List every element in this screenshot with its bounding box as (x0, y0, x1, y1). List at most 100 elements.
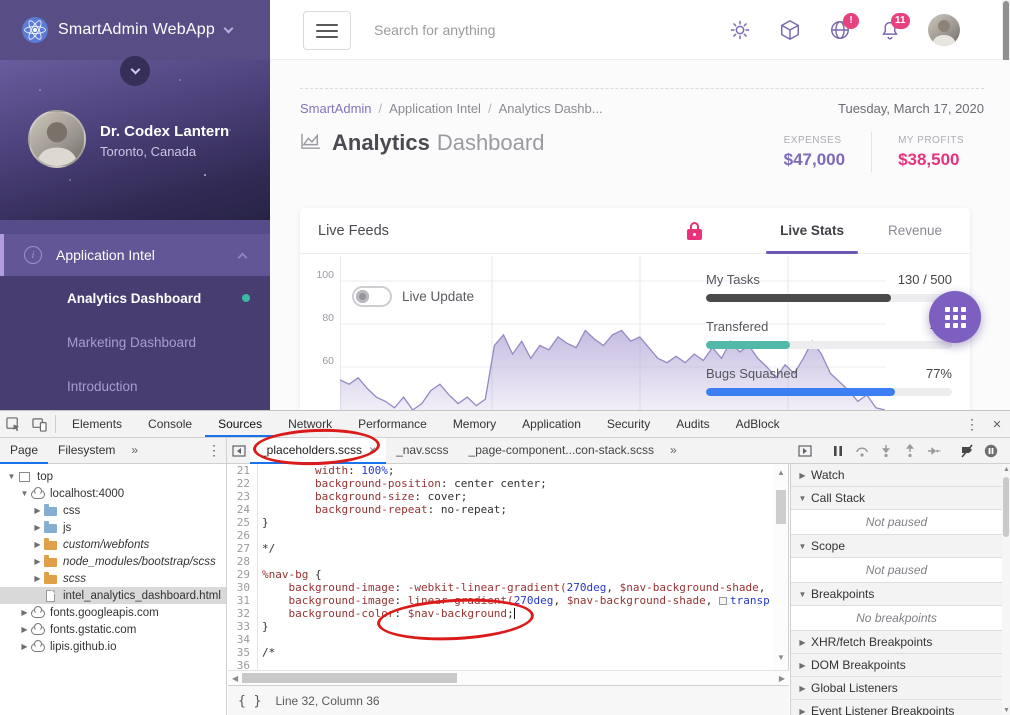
devtools-tab-elements[interactable]: Elements (59, 411, 135, 437)
sidebar-section-xhr-fetch-breakpoints[interactable]: ▶XHR/fetch Breakpoints (791, 631, 1002, 654)
sidebar-section-scope[interactable]: ▼Scope (791, 535, 1002, 558)
code-line-23[interactable]: 23 background-size: cover; (228, 490, 773, 503)
tree-collapse-arrow[interactable]: ▶ (32, 506, 43, 515)
editor-vertical-scrollbar[interactable]: ▲▼ (773, 464, 789, 670)
devtools-tab-security[interactable]: Security (594, 411, 663, 437)
tree-expand-arrow[interactable]: ▼ (19, 489, 30, 498)
tree-collapse-arrow[interactable]: ▶ (32, 574, 43, 583)
sidebar-section-dom-breakpoints[interactable]: ▶DOM Breakpoints (791, 654, 1002, 677)
code-line-30[interactable]: 30 background-image: -webkit-linear-grad… (228, 581, 773, 594)
tree-item-custom-webfonts[interactable]: ▶custom/webfonts (0, 536, 226, 553)
step-over-icon[interactable] (851, 440, 873, 462)
navigator-tab-filesystem[interactable]: Filesystem (48, 438, 125, 464)
tree-collapse-arrow[interactable]: ▶ (32, 540, 43, 549)
lock-icon[interactable] (687, 222, 702, 240)
tree-item-fonts-googleapis-com[interactable]: ▶fonts.googleapis.com (0, 604, 226, 621)
editor-tab-placeholders-scss[interactable]: _placeholders.scss× (250, 438, 386, 464)
pause-on-exceptions-icon[interactable] (980, 440, 1002, 462)
tree-item-top[interactable]: ▼top (0, 468, 226, 485)
tree-item-node-modules-bootstrap-scss[interactable]: ▶node_modules/bootstrap/scss (0, 553, 226, 570)
sidebar-section-watch[interactable]: ▶Watch (791, 464, 1002, 487)
profile-avatar[interactable] (28, 110, 86, 168)
code-line-34[interactable]: 34 (228, 633, 773, 646)
deactivate-breakpoints-icon[interactable] (956, 440, 978, 462)
step-icon[interactable] (923, 440, 945, 462)
sidebar-section-event-listener-breakpoints[interactable]: ▶Event Listener Breakpoints (791, 700, 1002, 715)
code-line-36[interactable]: 36 (228, 659, 773, 670)
devtools-close-icon[interactable]: × (984, 416, 1010, 433)
devtools-tab-network[interactable]: Network (275, 411, 345, 437)
devtools-tab-application[interactable]: Application (509, 411, 594, 437)
navigator-menu-icon[interactable]: ⋮ (202, 438, 226, 464)
pause-script-icon[interactable] (827, 440, 849, 462)
previous-tabs-icon[interactable] (228, 438, 250, 464)
devtools-tab-sources[interactable]: Sources (205, 411, 275, 437)
tree-item-css[interactable]: ▶css (0, 502, 226, 519)
code-editor[interactable]: 21 width: 100%;22 background-position: c… (228, 464, 773, 670)
code-line-32[interactable]: 32 background-color: $nav-background; (228, 607, 773, 620)
devtools-tab-audits[interactable]: Audits (663, 411, 722, 437)
sidebar-item-marketing-dashboard[interactable]: Marketing Dashboard (0, 320, 270, 364)
step-out-icon[interactable] (899, 440, 921, 462)
tree-item-localhost-4000[interactable]: ▼localhost:4000 (0, 485, 226, 502)
code-line-27[interactable]: 27*/ (228, 542, 773, 555)
tree-collapse-arrow[interactable]: ▶ (19, 608, 30, 617)
sidebar-item-analytics-dashboard[interactable]: Analytics Dashboard (0, 276, 270, 320)
breadcrumb-item-application-intel[interactable]: Application Intel (389, 101, 481, 116)
sidebar-collapse-button[interactable] (120, 56, 150, 86)
devtools-tab-adblock[interactable]: AdBlock (723, 411, 793, 437)
tree-item-fonts-gstatic-com[interactable]: ▶fonts.gstatic.com (0, 621, 226, 638)
inspect-element-icon[interactable] (0, 411, 26, 437)
live-update-toggle[interactable] (352, 286, 392, 307)
code-line-24[interactable]: 24 background-repeat: no-repeat; (228, 503, 773, 516)
devtools-menu-icon[interactable]: ⋮ (960, 416, 984, 433)
code-line-29[interactable]: 29%nav-bg { (228, 568, 773, 581)
editor-tab-page-component-con-stack-scss[interactable]: _page-component...con-stack.scss (459, 438, 664, 464)
tree-collapse-arrow[interactable]: ▶ (32, 523, 43, 532)
sidebar-section-global-listeners[interactable]: ▶Global Listeners (791, 677, 1002, 700)
device-toolbar-icon[interactable] (26, 411, 52, 437)
code-line-35[interactable]: 35/* (228, 646, 773, 659)
tree-item-lipis-github-io[interactable]: ▶lipis.github.io (0, 638, 226, 655)
user-avatar[interactable] (928, 14, 960, 46)
step-into-icon[interactable] (875, 440, 897, 462)
sidebar-item-application-intel[interactable]: i Application Intel (0, 234, 270, 276)
quick-menu-fab-button[interactable] (929, 291, 981, 343)
show-debugger-panel-icon[interactable] (794, 440, 816, 462)
tree-item-scss[interactable]: ▶scss (0, 570, 226, 587)
more-editor-tabs-icon[interactable]: » (664, 438, 683, 464)
navigator-tab-page[interactable]: Page (0, 438, 48, 464)
sidebar-section-breakpoints[interactable]: ▼Breakpoints (791, 583, 1002, 606)
code-line-21[interactable]: 21 width: 100%; (228, 464, 773, 477)
apps-cube-icon[interactable] (779, 19, 801, 41)
code-line-22[interactable]: 22 background-position: center center; (228, 477, 773, 490)
devtools-tab-console[interactable]: Console (135, 411, 205, 437)
brand[interactable]: SmartAdmin WebApp (0, 0, 270, 60)
tree-collapse-arrow[interactable]: ▶ (19, 642, 30, 651)
tree-collapse-arrow[interactable]: ▶ (19, 625, 30, 634)
pretty-print-icon[interactable]: { } (238, 694, 261, 709)
sidebar-section-call-stack[interactable]: ▼Call Stack (791, 487, 1002, 510)
tab-revenue[interactable]: Revenue (888, 223, 942, 238)
tree-expand-arrow[interactable]: ▼ (6, 472, 17, 481)
tree-item-intel-analytics-dashboard-html[interactable]: intel_analytics_dashboard.html (0, 587, 226, 604)
menu-toggle-button[interactable] (303, 11, 351, 50)
devtools-tab-memory[interactable]: Memory (440, 411, 509, 437)
code-line-33[interactable]: 33} (228, 620, 773, 633)
debugger-sidebar-scrollbar[interactable]: ▲▼ (1002, 464, 1010, 715)
tree-collapse-arrow[interactable]: ▶ (32, 557, 43, 566)
devtools-tab-performance[interactable]: Performance (345, 411, 440, 437)
breadcrumb-item-smartadmin[interactable]: SmartAdmin (300, 101, 372, 116)
settings-gear-icon[interactable] (729, 19, 751, 41)
sidebar-item-introduction[interactable]: Introduction (0, 364, 270, 408)
code-line-26[interactable]: 26 (228, 529, 773, 542)
tree-item-js[interactable]: ▶js (0, 519, 226, 536)
editor-tab-nav-scss[interactable]: _nav.scss (386, 438, 458, 464)
editor-horizontal-scrollbar[interactable]: ◀▶ (228, 670, 789, 685)
code-line-31[interactable]: 31 background-image: linear-gradient(270… (228, 594, 773, 607)
code-line-28[interactable]: 28 (228, 555, 773, 568)
tab-live-stats[interactable]: Live Stats (780, 223, 844, 238)
search-input[interactable] (374, 16, 674, 44)
close-tab-icon[interactable]: × (369, 443, 376, 457)
code-line-25[interactable]: 25} (228, 516, 773, 529)
